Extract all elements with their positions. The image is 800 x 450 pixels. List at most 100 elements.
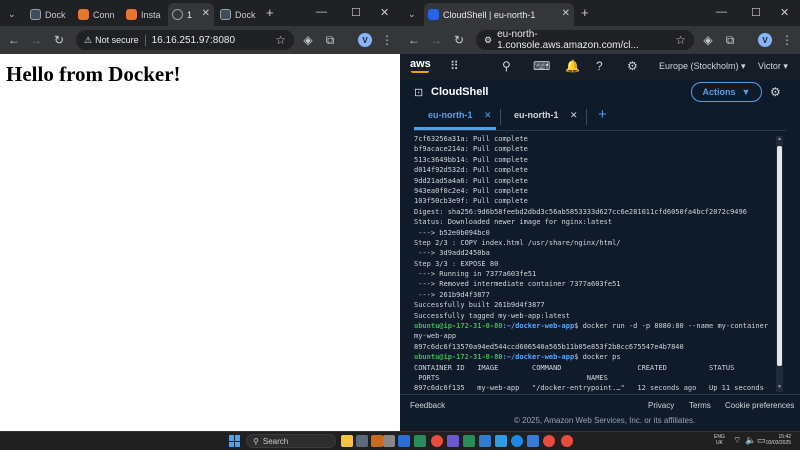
bookmark-star-icon[interactable]: ☆: [275, 33, 286, 47]
help-icon[interactable]: ?: [596, 59, 603, 73]
app-icon[interactable]: [463, 435, 475, 447]
preferences-gear-icon[interactable]: ⚙: [770, 85, 781, 99]
warning-icon: ⚠: [84, 34, 93, 45]
app-icon[interactable]: [527, 435, 539, 447]
terms-link[interactable]: Terms: [689, 401, 711, 410]
chrome-icon[interactable]: [543, 435, 555, 447]
terminal-line: d014f92d532d: Pull complete: [414, 165, 774, 175]
close-session-icon[interactable]: ✕: [570, 110, 578, 120]
address-bar[interactable]: ⚠ Not secure 16.16.251.97:8080 ☆: [76, 30, 294, 50]
back-icon[interactable]: ←: [405, 31, 423, 49]
new-tab-button[interactable]: +: [581, 5, 589, 20]
actions-button[interactable]: Actions ▼: [691, 82, 762, 102]
battery-icon[interactable]: ▭: [757, 435, 766, 446]
bookmark-star-icon[interactable]: ☆: [675, 33, 686, 47]
cloudshell-icon[interactable]: ⌨: [533, 59, 550, 73]
search-icon[interactable]: ⚲: [502, 59, 511, 73]
tab-search-button[interactable]: ⌄: [404, 3, 422, 26]
terminal-scrollbar[interactable]: ▲ ▼: [776, 136, 783, 392]
aws-console-nav: aws ⠿ ⚲ ⌨ 🔔 ? ⚙ Europe (Stockholm) ▾ Vic…: [400, 54, 800, 80]
url-text[interactable]: eu-north-1.console.aws.amazon.com/cl...: [497, 29, 675, 51]
puzzle-icon[interactable]: ⧉: [321, 31, 339, 49]
maximize-icon[interactable]: ☐: [751, 6, 761, 19]
volume-icon[interactable]: 🔈: [745, 435, 756, 446]
terminal-line: 943ea0f0c2e4: Pull complete: [414, 186, 774, 196]
aws-logo[interactable]: aws: [410, 58, 431, 70]
menu-icon[interactable]: ⋮: [778, 31, 796, 49]
session-tab-active[interactable]: eu-north-1 ✕: [428, 110, 492, 121]
maximize-icon[interactable]: ☐: [351, 6, 361, 19]
add-session-button[interactable]: +: [598, 106, 607, 123]
chrome-icon[interactable]: [561, 435, 573, 447]
scroll-up-icon[interactable]: ▲: [777, 136, 782, 142]
session-tab[interactable]: eu-north-1 ✕: [514, 110, 578, 121]
edge-icon[interactable]: [511, 435, 523, 447]
close-tab-icon[interactable]: ✕: [202, 8, 210, 19]
close-session-icon[interactable]: ✕: [484, 110, 492, 120]
avatar: V: [358, 33, 372, 47]
minimize-icon[interactable]: —: [316, 6, 327, 18]
terminal-text: 897c6dc6f135 my-web-app "/docker-entrypo…: [414, 384, 764, 393]
file-explorer-icon[interactable]: [341, 435, 353, 447]
terminal-line: 897c6dc6f13570a94ed544ccd606540a565b11b0…: [414, 342, 774, 352]
terminal-text: ---> Removed intermediate container 7377…: [414, 280, 621, 289]
tab-3-active[interactable]: 1 ✕: [168, 3, 214, 26]
tab-2[interactable]: Insta: [122, 3, 168, 26]
account-menu[interactable]: Victor ▾: [758, 61, 788, 72]
tab-1[interactable]: Conn: [74, 3, 120, 26]
taskbar-search[interactable]: ⚲ Search: [246, 434, 336, 448]
close-tab-icon[interactable]: ✕: [562, 8, 570, 19]
site-info-icon[interactable]: ⚙: [484, 35, 492, 46]
tab-4[interactable]: Dock: [216, 3, 262, 26]
app-icon[interactable]: [383, 435, 395, 447]
cookie-preferences-link[interactable]: Cookie preferences: [725, 401, 794, 410]
back-icon[interactable]: ←: [5, 31, 23, 49]
language-indicator[interactable]: ENG UK: [714, 434, 725, 446]
region-selector[interactable]: Europe (Stockholm) ▾: [659, 61, 746, 72]
scrollbar-thumb[interactable]: [777, 146, 782, 366]
close-window-icon[interactable]: ✕: [380, 6, 389, 19]
forward-icon[interactable]: →: [27, 31, 45, 49]
tab-search-button[interactable]: ⌄: [4, 3, 22, 26]
forward-icon[interactable]: →: [427, 31, 445, 49]
terminal-output[interactable]: 7cf63256a31a: Pull complete bf9acace214a:…: [414, 134, 774, 394]
wifi-icon[interactable]: ⌔: [733, 435, 741, 446]
minimize-icon[interactable]: —: [716, 6, 727, 18]
close-window-icon[interactable]: ✕: [780, 6, 789, 19]
profile-avatar[interactable]: V: [358, 33, 372, 47]
clock[interactable]: 15:42 03/03/2025: [766, 434, 791, 446]
reload-icon[interactable]: ↻: [50, 31, 68, 49]
url-text[interactable]: 16.16.251.97:8080: [152, 35, 235, 46]
services-grid-icon[interactable]: ⠿: [450, 59, 459, 73]
left-browser-window: ⌄ Dock Conn Insta 1 ✕ Dock + — ☐ ✕ ← → ↻: [0, 0, 400, 431]
address-bar[interactable]: ⚙ eu-north-1.console.aws.amazon.com/cl..…: [476, 29, 694, 51]
vscode-icon[interactable]: [495, 435, 507, 447]
extension-icon[interactable]: ◈: [699, 31, 717, 49]
tab-0[interactable]: Dock: [26, 3, 72, 26]
profile-avatar[interactable]: V: [758, 33, 772, 47]
app-icon[interactable]: [414, 435, 426, 447]
tab-label: 1: [187, 9, 193, 20]
privacy-link[interactable]: Privacy: [648, 401, 674, 410]
tab-cloudshell[interactable]: CloudShell | eu-north-1 ✕: [424, 3, 574, 26]
chrome-icon[interactable]: [431, 435, 443, 447]
puzzle-icon[interactable]: ⧉: [721, 31, 739, 49]
outlook-icon[interactable]: [398, 435, 410, 447]
settings-gear-icon[interactable]: ⚙: [627, 59, 638, 73]
new-tab-button[interactable]: +: [266, 5, 274, 20]
terminal-text: 897c6dc6f13570a94ed544ccd606540a565b11b0…: [414, 342, 684, 351]
app-icon[interactable]: [356, 435, 368, 447]
clock-date: 03/03/2025: [766, 440, 792, 446]
menu-icon[interactable]: ⋮: [378, 31, 396, 49]
app-icon[interactable]: [371, 435, 383, 447]
notifications-bell-icon[interactable]: 🔔: [565, 59, 580, 73]
extension-icon[interactable]: ◈: [299, 31, 317, 49]
scroll-down-icon[interactable]: ▼: [777, 384, 782, 390]
reload-icon[interactable]: ↻: [450, 31, 468, 49]
app-icon[interactable]: [479, 435, 491, 447]
app-icon[interactable]: [447, 435, 459, 447]
start-menu-icon[interactable]: [229, 435, 241, 447]
feedback-link[interactable]: Feedback: [410, 401, 445, 410]
security-label[interactable]: Not secure: [95, 35, 139, 45]
terminal-prompt-line: ubuntu@ip-172-31-0-80:~/docker-web-app$ …: [414, 321, 774, 331]
